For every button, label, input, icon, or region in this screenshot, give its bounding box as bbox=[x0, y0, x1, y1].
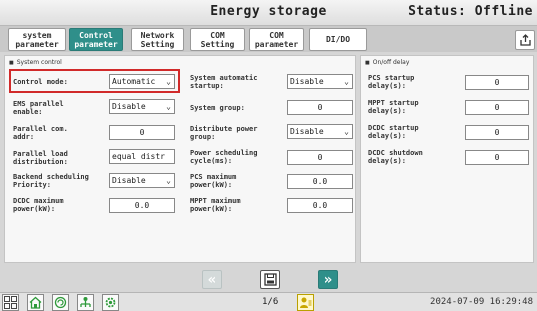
power-sched-cycle-input[interactable]: 0 bbox=[287, 150, 353, 165]
ems-parallel-select[interactable]: Disable ⌄ bbox=[109, 99, 175, 114]
tab-com-parameter[interactable]: COM parameter bbox=[249, 28, 304, 51]
selected-row-highlight bbox=[9, 69, 180, 93]
tab-system-parameter[interactable]: system parameter bbox=[8, 28, 66, 51]
dcdc-startup-input[interactable]: 0 bbox=[465, 125, 529, 140]
sys-auto-startup-label: System automatic startup: bbox=[190, 74, 258, 90]
dist-power-group-label: Distribute power group: bbox=[190, 125, 258, 141]
datetime-display: 2024-07-09 16:29:48 bbox=[430, 297, 533, 307]
parallel-com-addr-label: Parallel com. addr: bbox=[13, 125, 68, 141]
chevron-down-icon: ⌄ bbox=[344, 127, 349, 136]
tab-control-parameter[interactable]: Control parameter bbox=[69, 28, 123, 51]
dcdc-startup-label: DCDC startup delay(s): bbox=[368, 124, 419, 140]
network-button[interactable] bbox=[77, 294, 94, 311]
onoff-delay-title: On/off delay bbox=[365, 59, 410, 66]
connection-status: Status: Offline bbox=[408, 4, 533, 19]
sys-auto-startup-select[interactable]: Disable ⌄ bbox=[287, 74, 353, 89]
pcs-startup-label: PCS startup delay(s): bbox=[368, 74, 415, 90]
backend-sched-select[interactable]: Disable ⌄ bbox=[109, 173, 175, 188]
header-bar: Energy storage Status: Offline bbox=[0, 0, 537, 26]
parallel-com-addr-input[interactable]: 0 bbox=[109, 125, 175, 140]
tab-network-setting[interactable]: Network Setting bbox=[131, 28, 184, 51]
dcdc-shutdown-label: DCDC shutdown delay(s): bbox=[368, 149, 423, 165]
page-indicator: 1/6 bbox=[262, 297, 279, 307]
save-icon bbox=[263, 273, 277, 286]
parallel-load-dist-select[interactable]: equal distr bbox=[109, 149, 175, 164]
chevron-down-icon: ⌄ bbox=[344, 77, 349, 86]
tab-di-do[interactable]: DI/DO bbox=[309, 28, 367, 51]
next-page-button[interactable]: » bbox=[318, 270, 338, 289]
power-sched-cycle-label: Power scheduling cycle(ms): bbox=[190, 149, 258, 165]
home-button[interactable] bbox=[27, 294, 44, 311]
pcs-max-power-label: PCS maximum power(kW): bbox=[190, 173, 237, 189]
tab-com-setting[interactable]: COM Setting bbox=[190, 28, 245, 51]
onoff-delay-panel: On/off delay PCS startup delay(s): 0 MPP… bbox=[360, 55, 534, 263]
backend-sched-label: Backend scheduling Priority: bbox=[13, 173, 89, 189]
sys-auto-startup-value: Disable bbox=[290, 77, 324, 86]
refresh-icon bbox=[54, 296, 67, 309]
chevron-down-icon: ⌄ bbox=[166, 176, 171, 185]
parallel-load-dist-label: Parallel load distribution: bbox=[13, 150, 68, 166]
tab-bar: system parameter Control parameter Netwo… bbox=[0, 26, 537, 52]
dist-power-group-value: Disable bbox=[290, 127, 324, 136]
dist-power-group-select[interactable]: Disable ⌄ bbox=[287, 124, 353, 139]
backend-sched-value: Disable bbox=[112, 176, 146, 185]
grid-icon bbox=[4, 296, 17, 309]
grid-menu-button[interactable] bbox=[2, 294, 19, 311]
user-icon bbox=[300, 297, 312, 308]
dcdc-max-power-label: DCDC maximum power(kW): bbox=[13, 197, 64, 213]
network-icon bbox=[80, 297, 91, 307]
home-icon bbox=[29, 296, 42, 309]
save-button[interactable] bbox=[260, 270, 280, 289]
user-button[interactable] bbox=[297, 294, 314, 311]
mppt-startup-label: MPPT startup delay(s): bbox=[368, 99, 419, 115]
refresh-button[interactable] bbox=[52, 294, 69, 311]
ems-parallel-label: EMS parallel enable: bbox=[13, 100, 64, 116]
system-group-input[interactable]: 0 bbox=[287, 100, 353, 115]
export-button[interactable] bbox=[515, 30, 535, 50]
pcs-max-power-input[interactable]: 0.0 bbox=[287, 174, 353, 189]
system-group-label: System group: bbox=[190, 104, 245, 112]
export-icon bbox=[519, 33, 531, 46]
mppt-max-power-label: MPPT maximum power(kW): bbox=[190, 197, 241, 213]
prev-page-button[interactable]: « bbox=[202, 270, 222, 289]
mppt-startup-input[interactable]: 0 bbox=[465, 100, 529, 115]
bottom-bar: 1/6 2024-07-09 16:29:48 bbox=[0, 292, 537, 311]
ems-parallel-value: Disable bbox=[112, 102, 146, 111]
system-control-panel: System control Control mode: Automatic⌄ … bbox=[4, 55, 356, 263]
pcs-startup-input[interactable]: 0 bbox=[465, 75, 529, 90]
settings-button[interactable] bbox=[102, 294, 119, 311]
dcdc-max-power-input[interactable]: 0.0 bbox=[109, 198, 175, 213]
system-control-title: System control bbox=[9, 59, 62, 66]
settings-gear-icon bbox=[105, 297, 116, 308]
mppt-max-power-input[interactable]: 0.0 bbox=[287, 198, 353, 213]
chevron-down-icon: ⌄ bbox=[166, 102, 171, 111]
dcdc-shutdown-input[interactable]: 0 bbox=[465, 150, 529, 165]
